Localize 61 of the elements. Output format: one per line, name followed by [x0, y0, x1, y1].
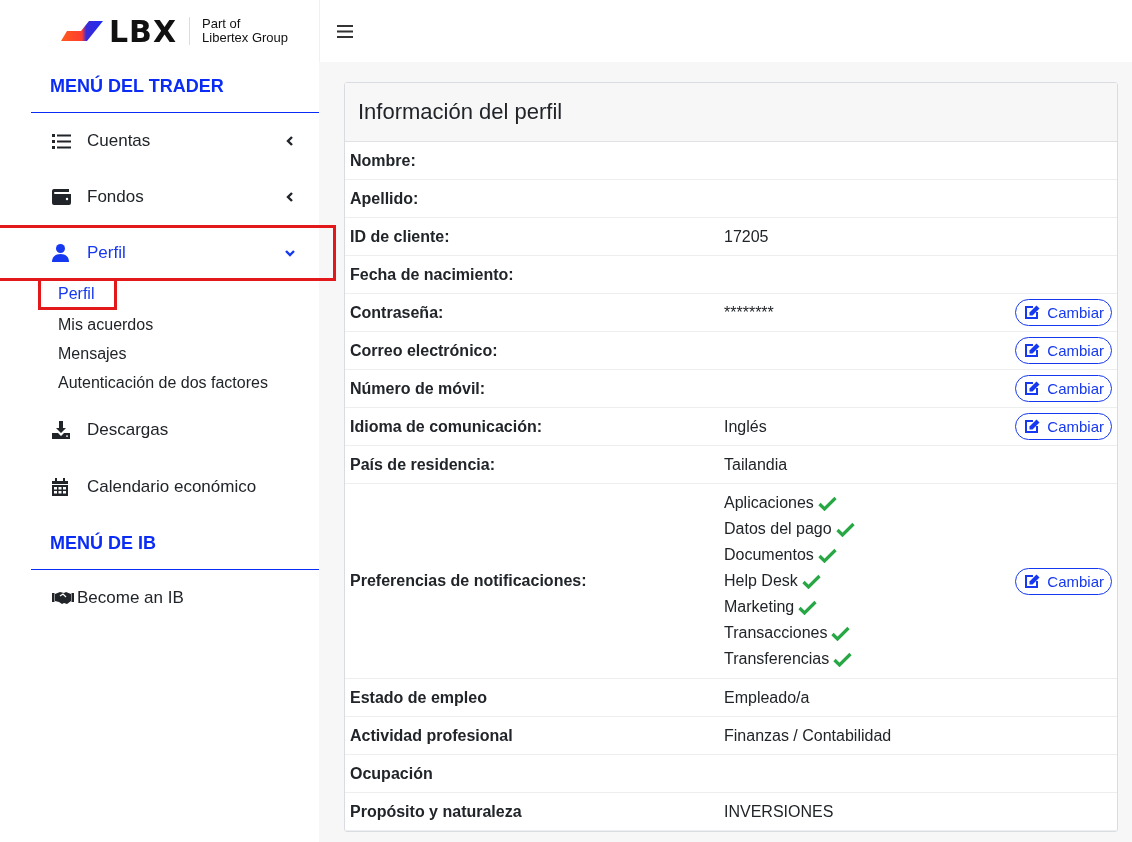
logo-stripe-icon	[60, 21, 103, 41]
notification-option: Marketing	[724, 594, 795, 620]
menu-heading: MENÚ DEL TRADER	[31, 62, 319, 113]
change-button[interactable]: Cambiar	[1015, 413, 1112, 440]
field-value: Finanzas / Contabilidad	[724, 726, 893, 745]
menu-icon[interactable]	[337, 24, 353, 38]
field-label: Número de móvil:	[350, 379, 487, 398]
sidebar-item[interactable]: Perfil	[0, 228, 333, 278]
list-icon	[52, 133, 71, 149]
notification-option: Help Desk	[724, 568, 798, 594]
submenu-item[interactable]: Autenticación de dos factores	[58, 372, 268, 394]
handshake-icon	[52, 591, 74, 605]
field-label: País de residencia:	[350, 455, 496, 474]
sidebar-item[interactable]: Calendario económico	[31, 458, 319, 515]
sidebar-item[interactable]: Descargas	[31, 401, 319, 458]
submenu-item[interactable]: Perfil	[41, 281, 115, 307]
field-value: INVERSIONES	[724, 802, 835, 821]
field-label: Apellido:	[350, 189, 420, 208]
field-value: Empleado/a	[724, 688, 811, 707]
field-label: Contraseña:	[350, 303, 445, 322]
sidebar-item[interactable]: Become an IB	[31, 570, 319, 608]
submenu-item[interactable]: Mensajes	[58, 343, 127, 365]
notification-option: Transferencias	[724, 646, 830, 672]
field-label: Estado de empleo	[350, 688, 488, 707]
user-icon	[52, 244, 69, 262]
field-value: 17205	[724, 227, 770, 246]
edit-icon	[1024, 305, 1041, 320]
field-value: ********	[724, 303, 775, 322]
logo-wordmark: LBX	[108, 13, 178, 49]
change-button[interactable]: Cambiar	[1015, 375, 1112, 402]
notification-option: Transacciones	[724, 620, 828, 646]
sidebar-item[interactable]: Cuentas	[31, 113, 319, 169]
notification-option: Datos del pago	[724, 516, 832, 542]
submenu-item[interactable]: Mis acuerdos	[58, 314, 154, 336]
card-title: Información del perfil	[358, 99, 563, 125]
field-label: Idioma de comunicación:	[350, 417, 544, 436]
change-button[interactable]: Cambiar	[1015, 299, 1112, 326]
change-button[interactable]: Cambiar	[1015, 337, 1112, 364]
field-label: Correo electrónico:	[350, 341, 499, 360]
edit-icon	[1024, 419, 1041, 434]
field-label: Fecha de nacimiento:	[350, 265, 515, 284]
calendar-icon	[52, 477, 68, 496]
notification-option: Documentos	[724, 542, 814, 568]
menu-heading: MENÚ DE IB	[31, 515, 319, 570]
field-label: Actividad profesional	[350, 726, 514, 745]
sidebar-item[interactable]: Fondos	[31, 169, 319, 225]
edit-icon	[1024, 343, 1041, 358]
field-label: Preferencias de notificaciones:	[350, 572, 588, 590]
field-label: ID de cliente:	[350, 227, 451, 246]
field-label: Nombre:	[350, 151, 417, 170]
logo-tagline: Part of Libertex Group	[202, 17, 289, 45]
field-value: Tailandia	[724, 455, 789, 474]
field-label: Ocupación	[350, 764, 434, 783]
change-button[interactable]: Cambiar	[1015, 567, 1112, 595]
notification-option: Aplicaciones	[724, 490, 814, 516]
edit-icon	[1024, 573, 1041, 589]
field-label: Propósito y naturaleza	[350, 802, 523, 821]
field-value: Inglés	[724, 417, 768, 436]
download-icon	[52, 420, 70, 439]
edit-icon	[1024, 381, 1041, 396]
wallet-icon	[52, 189, 71, 205]
